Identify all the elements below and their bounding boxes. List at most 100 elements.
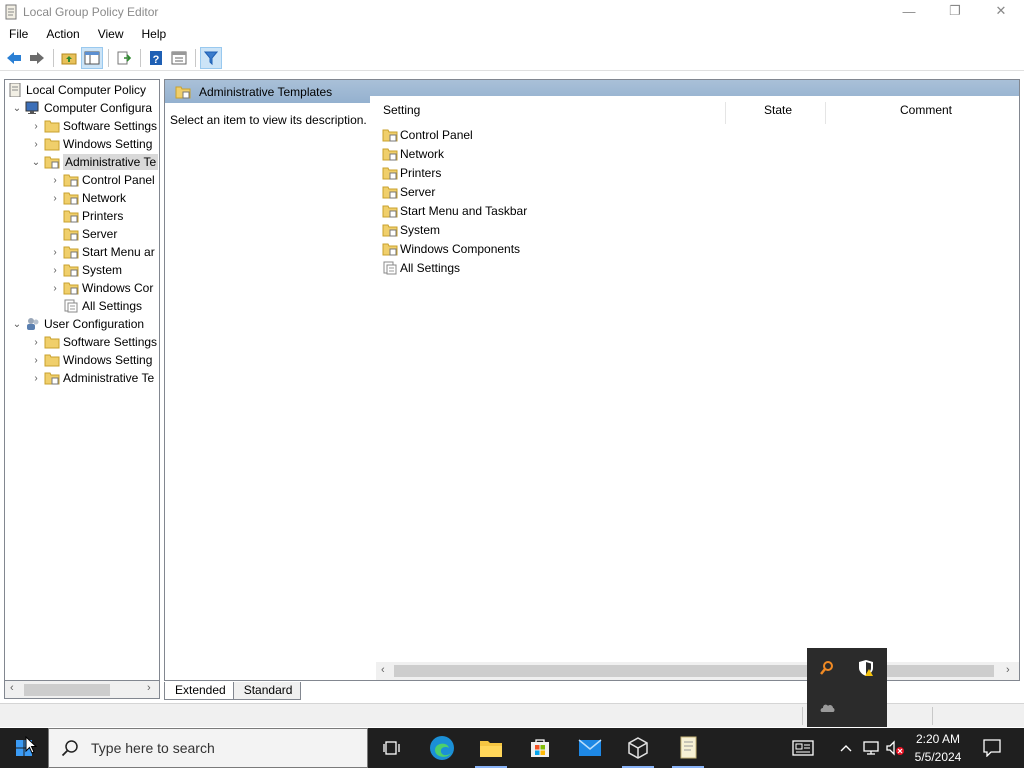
cloud-icon [820, 704, 835, 712]
tree-item-label: Administrative Te [63, 371, 155, 385]
taskbar-mail[interactable] [566, 728, 614, 768]
tree-item-user-administrative-templates[interactable]: › Administrative Te [28, 369, 154, 387]
list-item[interactable]: Start Menu and Taskbar [382, 201, 527, 220]
list-item[interactable]: Control Panel [382, 125, 473, 144]
properties-button[interactable] [168, 47, 190, 69]
tree-horizontal-scrollbar[interactable]: ‹ › [4, 681, 160, 699]
news-widget-button[interactable] [786, 728, 820, 768]
tree-item-label: Software Settings [63, 119, 158, 133]
start-button[interactable] [0, 728, 48, 768]
list-item[interactable]: Windows Components [382, 239, 520, 258]
chevron-right-icon[interactable]: › [28, 355, 44, 366]
menu-file[interactable]: File [0, 27, 37, 41]
tree-item-printers[interactable]: Printers [47, 207, 123, 225]
scroll-right-icon[interactable]: › [147, 682, 151, 694]
onedrive-tray-button[interactable] [817, 697, 837, 717]
minimize-button[interactable]: — [886, 0, 932, 22]
chevron-right-icon[interactable]: › [28, 337, 44, 348]
tree-item-windows-settings[interactable]: › Windows Setting [28, 135, 152, 153]
chevron-right-icon[interactable]: › [28, 121, 44, 132]
taskbar-edge[interactable] [418, 728, 466, 768]
settings-list[interactable]: Setting State Comment Control Panel Netw… [370, 96, 1019, 656]
restore-button[interactable]: ❐ [932, 0, 978, 22]
tree-item-label: Software Settings [63, 335, 158, 349]
taskbar-virtualbox[interactable] [614, 728, 662, 768]
clock[interactable]: 2:20 AM 5/5/2024 [906, 730, 970, 766]
menu-action[interactable]: Action [37, 27, 88, 41]
tree-item-all-settings[interactable]: All Settings [47, 297, 142, 315]
view-tabs: Extended Standard [164, 682, 302, 700]
svg-text:?: ? [153, 54, 160, 66]
chevron-right-icon[interactable]: › [47, 265, 63, 276]
tree-item-control-panel[interactable]: › Control Panel [47, 171, 154, 189]
chevron-right-icon[interactable]: › [47, 175, 63, 186]
column-header-setting[interactable]: Setting [383, 103, 420, 123]
close-button[interactable]: ✕ [978, 0, 1024, 22]
list-item[interactable]: Printers [382, 163, 441, 182]
scrollbar-thumb[interactable] [394, 665, 994, 677]
tree-item-administrative-templates[interactable]: ⌄ Administrative Te [28, 153, 159, 171]
policy-document-icon [680, 736, 697, 759]
taskbar-file-explorer[interactable] [467, 728, 515, 768]
notifications-button[interactable] [978, 728, 1006, 768]
task-view-button[interactable] [368, 728, 416, 768]
chevron-right-icon[interactable]: › [47, 283, 63, 294]
column-divider[interactable] [825, 102, 826, 124]
chevron-right-icon[interactable]: › [47, 247, 63, 258]
menu-view[interactable]: View [89, 27, 133, 41]
volume-tray-button[interactable] [884, 728, 906, 768]
tab-extended[interactable]: Extended [164, 682, 235, 700]
scroll-left-icon[interactable]: ‹ [381, 664, 385, 676]
column-header-comment[interactable]: Comment [900, 103, 952, 123]
chevron-down-icon[interactable]: ⌄ [9, 103, 25, 114]
policy-folder-icon [44, 156, 60, 169]
search-tool-tray-button[interactable] [817, 658, 837, 678]
column-divider[interactable] [725, 102, 726, 124]
help-button[interactable]: ? [145, 47, 167, 69]
show-hide-tree-button[interactable] [81, 46, 103, 69]
filter-icon [204, 51, 218, 65]
scroll-right-icon[interactable]: › [1006, 664, 1010, 676]
tree-item-user-windows-settings[interactable]: › Windows Setting [28, 351, 152, 369]
network-tray-button[interactable] [860, 728, 882, 768]
scroll-left-icon[interactable]: ‹ [10, 682, 14, 694]
tree-item-windows-components[interactable]: › Windows Cor [47, 279, 153, 297]
back-button[interactable] [3, 47, 25, 69]
list-item[interactable]: Network [382, 144, 444, 163]
console-tree[interactable]: Local Computer Policy ⌄ Computer Configu… [4, 79, 160, 681]
security-tray-button[interactable] [856, 658, 876, 678]
list-item[interactable]: All Settings [382, 258, 460, 277]
folder-icon [44, 120, 60, 133]
up-one-level-button[interactable] [58, 47, 80, 69]
tree-item-label: System [82, 263, 123, 277]
details-horizontal-scrollbar[interactable]: ‹ › [376, 662, 1019, 680]
menu-help[interactable]: Help [133, 27, 176, 41]
chevron-right-icon[interactable]: › [28, 373, 44, 384]
chevron-right-icon[interactable]: › [47, 193, 63, 204]
tree-item-network[interactable]: › Network [47, 189, 126, 207]
tree-item-system[interactable]: › System [47, 261, 122, 279]
taskbar-store[interactable] [516, 728, 564, 768]
export-list-button[interactable] [113, 47, 135, 69]
chevron-right-icon[interactable]: › [28, 139, 44, 150]
list-item[interactable]: System [382, 220, 440, 239]
chevron-down-icon[interactable]: ⌄ [9, 319, 25, 330]
taskbar-search-box[interactable]: Type here to search [48, 728, 368, 768]
column-header-state[interactable]: State [764, 103, 792, 123]
scrollbar-thumb[interactable] [24, 684, 110, 696]
tree-item-local-computer-policy[interactable]: Local Computer Policy [7, 81, 146, 99]
tree-item-user-software-settings[interactable]: › Software Settings [28, 333, 157, 351]
show-hidden-icons-button[interactable] [836, 728, 856, 768]
taskbar-group-policy-editor[interactable] [664, 728, 712, 768]
filter-button[interactable] [200, 46, 222, 69]
list-item[interactable]: Server [382, 182, 435, 201]
tab-standard[interactable]: Standard [232, 682, 302, 700]
tree-item-software-settings[interactable]: › Software Settings [28, 117, 157, 135]
tree-item-computer-configuration[interactable]: ⌄ Computer Configura [9, 99, 152, 117]
tree-item-server[interactable]: Server [47, 225, 117, 243]
list-item-label: Server [400, 184, 436, 199]
forward-button[interactable] [26, 47, 48, 69]
tree-item-user-configuration[interactable]: ⌄ User Configuration [9, 315, 144, 333]
chevron-down-icon[interactable]: ⌄ [28, 157, 44, 168]
tree-item-start-menu[interactable]: › Start Menu ar [47, 243, 154, 261]
